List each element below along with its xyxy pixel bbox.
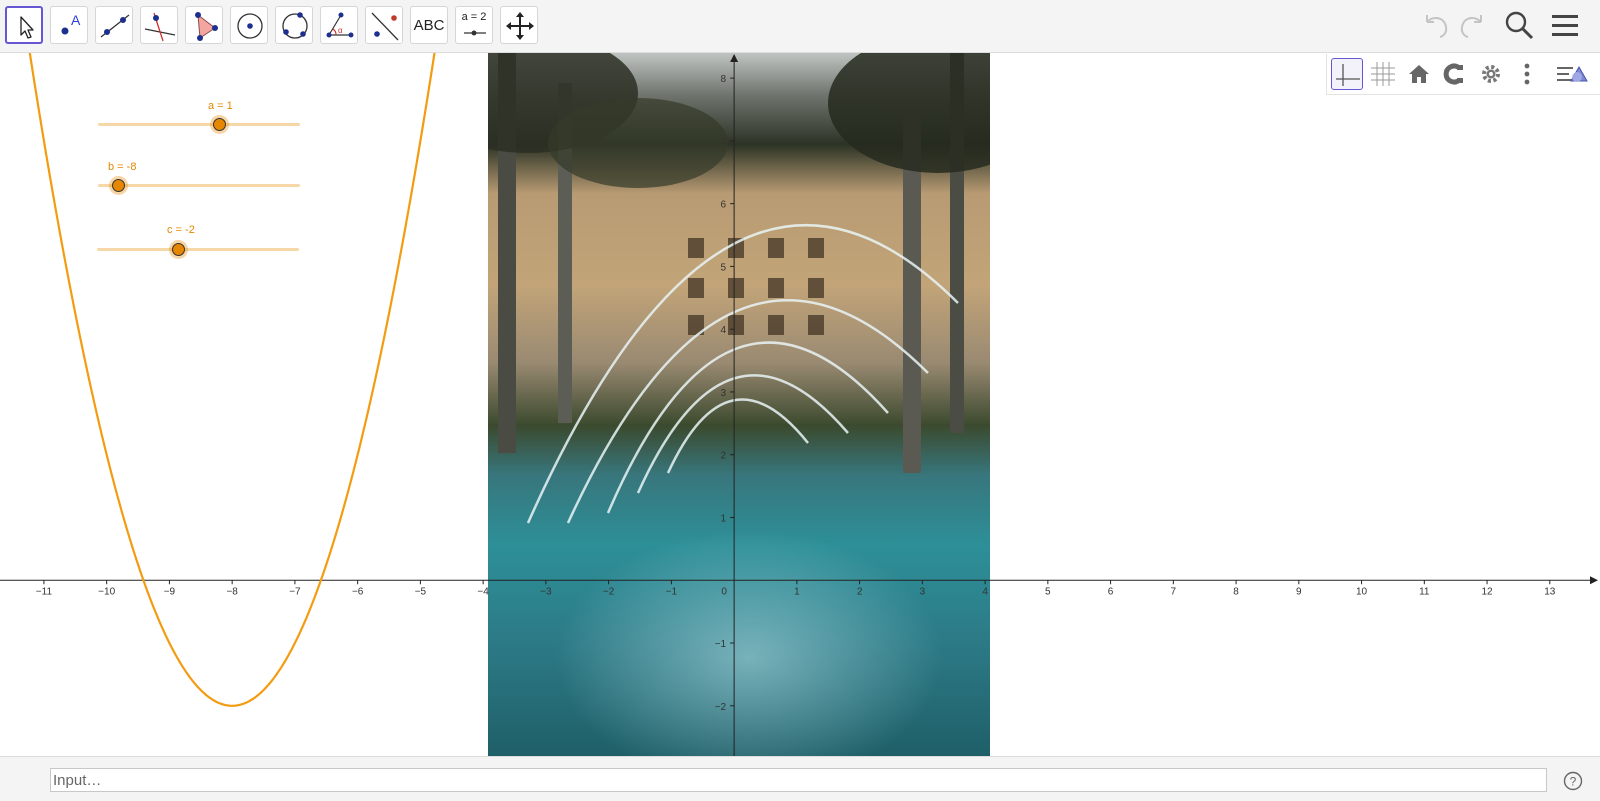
perpendicular-line-tool-button[interactable] — [140, 6, 178, 44]
x-tick-label: −11 — [36, 586, 53, 597]
x-tick-label: −4 — [477, 586, 489, 597]
algebra-input-field[interactable] — [50, 768, 1547, 792]
x-tick-label: 6 — [1108, 586, 1114, 597]
help-icon[interactable]: ? — [1563, 771, 1583, 791]
point-tool-label: A — [71, 12, 81, 28]
circle-center-point-tool-icon — [237, 13, 263, 39]
redo-icon[interactable] — [1454, 8, 1490, 44]
x-tick-label: 0 — [721, 586, 727, 597]
y-axis-arrow — [730, 54, 739, 62]
circle-three-points-tool-button[interactable] — [275, 6, 313, 44]
x-tick-label: 9 — [1296, 586, 1302, 597]
x-tick-label: 11 — [1419, 586, 1430, 597]
x-tick-label: −10 — [98, 586, 115, 597]
move-tool-icon — [20, 16, 34, 39]
x-tick-label: −5 — [415, 586, 427, 597]
slider-tool-icon — [464, 30, 486, 36]
y-tick-label: 4 — [721, 325, 727, 336]
style-bar-toggle-button[interactable] — [1553, 58, 1588, 90]
x-axis-arrow — [1590, 576, 1598, 585]
x-tick-label: 3 — [920, 586, 926, 597]
point-tool-button[interactable]: A — [50, 6, 88, 44]
x-tick-label: −2 — [603, 586, 615, 597]
grid-toggle-button[interactable] — [1367, 58, 1399, 90]
point-tool-icon: A — [61, 12, 81, 35]
y-tick-label: 6 — [721, 200, 727, 211]
x-tick-label: −8 — [226, 586, 238, 597]
x-tick-label: 4 — [982, 586, 988, 597]
x-tick-label: −3 — [540, 586, 552, 597]
y-tick-label: 2 — [721, 451, 727, 462]
text-tool-label: ABC — [413, 16, 445, 34]
settings-gear-icon — [1482, 65, 1500, 83]
settings-button[interactable] — [1475, 58, 1507, 90]
x-tick-label: 1 — [794, 586, 800, 597]
slider-a-label: a = 1 — [208, 100, 233, 112]
x-tick-label: 5 — [1045, 586, 1051, 597]
perpendicular-line-tool-icon — [144, 12, 176, 42]
x-tick-label: 8 — [1233, 586, 1239, 597]
undo-icon[interactable] — [1418, 8, 1454, 44]
polygon-tool-button[interactable] — [185, 6, 223, 44]
x-tick-label: 10 — [1356, 586, 1368, 597]
x-tick-label: −7 — [289, 586, 301, 597]
x-tick-label: 12 — [1481, 586, 1493, 597]
slider-a-track[interactable] — [98, 123, 300, 126]
home-button[interactable] — [1403, 58, 1435, 90]
toolbar: A α ABC a = 2 — [0, 0, 1600, 53]
search-icon[interactable] — [1502, 8, 1538, 44]
y-tick-label: −1 — [715, 639, 727, 650]
move-tool-button[interactable] — [5, 6, 43, 44]
more-vertical-icon — [1524, 63, 1530, 85]
slider-a-knob[interactable] — [213, 118, 226, 131]
slider-b-knob[interactable] — [112, 179, 125, 192]
slider-tool-button[interactable]: a = 2 — [455, 6, 493, 44]
menu-icon[interactable] — [1548, 8, 1584, 44]
grid-toggle-icon — [1371, 62, 1395, 86]
move-graphics-view-tool-icon — [506, 12, 534, 40]
line-tool-button[interactable] — [95, 6, 133, 44]
point-capturing-button[interactable] — [1439, 58, 1471, 90]
graph-axes: −11 −10 −9 −8 −7 −6 −5 −4 −3 −2 −1 0 1 2 3 4 5 6 7 8 9 10 11 12… — [0, 53, 1598, 756]
slider-b-label: b = -8 — [108, 161, 137, 173]
angle-tool-icon: α — [326, 12, 354, 38]
x-tick-label: −9 — [164, 586, 176, 597]
x-tick-label: −6 — [352, 586, 364, 597]
y-tick-label: 5 — [721, 262, 727, 273]
y-tick-label: 8 — [721, 74, 727, 85]
circle-three-points-tool-icon — [282, 12, 308, 39]
point-capturing-icon — [1443, 63, 1463, 85]
reflect-tool-button[interactable] — [365, 6, 403, 44]
slider-b-track[interactable] — [98, 184, 300, 187]
parabola-graph — [28, 53, 436, 707]
x-tick-label: 7 — [1171, 586, 1177, 597]
style-bar-toggle-icon — [1557, 65, 1588, 82]
input-bar: ? — [0, 756, 1600, 801]
slider-c-label: c = -2 — [167, 224, 195, 236]
y-tick-label: 3 — [721, 388, 727, 399]
x-tick-label: 2 — [857, 586, 863, 597]
more-options-button[interactable] — [1511, 58, 1543, 90]
axes-toggle-button[interactable] — [1331, 58, 1363, 90]
angle-tool-label: α — [338, 26, 343, 35]
y-tick-label: −2 — [715, 702, 727, 713]
line-tool-icon — [100, 14, 130, 38]
home-icon — [1409, 65, 1429, 83]
x-tick-label: −1 — [666, 586, 678, 597]
x-tick-label: 13 — [1544, 586, 1556, 597]
angle-tool-button[interactable]: α — [320, 6, 358, 44]
text-tool-button[interactable]: ABC — [410, 6, 448, 44]
circle-center-point-tool-button[interactable] — [230, 6, 268, 44]
slider-c-track[interactable] — [97, 248, 299, 251]
graphics-view[interactable]: −11 −10 −9 −8 −7 −6 −5 −4 −3 −2 −1 0 1 2 3 4 5 6 7 8 9 10 11 12… — [0, 53, 1600, 756]
axes-toggle-icon — [1336, 64, 1360, 86]
y-tick-label: 7 — [721, 137, 727, 148]
graphics-style-bar — [1326, 54, 1600, 95]
move-graphics-view-tool-button[interactable] — [500, 6, 538, 44]
polygon-tool-icon — [195, 12, 218, 41]
y-tick-label: 1 — [721, 513, 727, 524]
slider-c-knob[interactable] — [172, 243, 185, 256]
help-label: ? — [1570, 775, 1577, 789]
reflect-tool-icon — [371, 12, 399, 41]
